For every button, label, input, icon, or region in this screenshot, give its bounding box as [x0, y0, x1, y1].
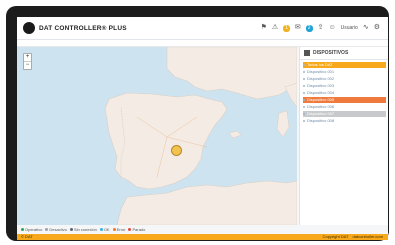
- zoom-in-button[interactable]: +: [24, 54, 31, 61]
- legend-label: Sin conexión: [73, 227, 97, 232]
- legend-dot-icon: [112, 228, 116, 231]
- app-title: DAT CONTROLLER® PLUS: [39, 24, 127, 32]
- top-actions: ⚑ ⚠ 1 ✉ 2 ⇪ ☺ Usuario ∿ ⚙: [261, 23, 380, 33]
- zoom-control: + −: [23, 53, 32, 70]
- footer-website[interactable]: datcontroller.com: [353, 234, 383, 240]
- footer-copyright[interactable]: Copyright DAT: [323, 234, 349, 240]
- device-list-item[interactable]: Dispositivo 002: [303, 76, 386, 82]
- legend-item: OK: [99, 227, 110, 232]
- devices-panel-header: DISPOSITIVOS: [300, 47, 388, 60]
- device-list-item[interactable]: Dispositivo 004: [303, 90, 386, 96]
- devices-panel: DISPOSITIVOS Todos los DAT Dispositivo 00…: [299, 47, 388, 225]
- legend-item: Sin conexión: [69, 227, 97, 232]
- land-france: [166, 47, 297, 100]
- legend-dot-icon: [45, 228, 49, 231]
- footer-bar: © DAT Copyright DAT datcontroller.com: [17, 234, 388, 240]
- signal-icon[interactable]: ∿: [363, 23, 369, 33]
- device-list-item[interactable]: Dispositivo 003: [303, 83, 386, 89]
- list-icon[interactable]: [304, 50, 310, 56]
- footer-links: Copyright DAT datcontroller.com: [323, 234, 383, 240]
- legend-label: Operativo: [25, 227, 43, 232]
- logo-icon: [23, 22, 35, 34]
- top-bar: DAT CONTROLLER® PLUS ⚑ ⚠ 1 ✉ 2 ⇪ ☺ Usuar…: [17, 17, 388, 40]
- legend-dot-icon: [128, 228, 132, 231]
- legend-dot-icon: [69, 228, 73, 231]
- legend-label: Error: [116, 227, 126, 232]
- device-list-item[interactable]: Dispositivo 005: [303, 97, 386, 103]
- legend-label: Desactivo: [49, 227, 67, 232]
- legend-item: Desactivo: [45, 227, 67, 232]
- map-view[interactable]: + −: [17, 47, 297, 225]
- warning-badge: 1: [283, 24, 290, 32]
- user-icon[interactable]: ☺: [328, 23, 335, 33]
- device-list-item[interactable]: Dispositivo 006: [303, 104, 386, 110]
- device-marker[interactable]: [171, 145, 182, 156]
- device-list-item[interactable]: Dispositivo 001: [303, 69, 386, 75]
- device-list: Todos los DAT Dispositivo 001 Dispositivo …: [300, 60, 388, 126]
- zoom-out-button[interactable]: −: [24, 61, 31, 69]
- legend-dot-icon: [99, 228, 103, 231]
- alert-badge: 2: [305, 24, 313, 32]
- land-italy: [284, 82, 297, 108]
- app-logo[interactable]: DAT CONTROLLER® PLUS: [23, 22, 127, 34]
- device-list-item[interactable]: Todos los DAT: [303, 62, 386, 68]
- map-canvas: [104, 47, 297, 225]
- legend-dot-icon: [21, 228, 24, 231]
- device-list-item[interactable]: Dispositivo 008: [303, 118, 386, 124]
- land-sardinia: [276, 110, 290, 138]
- toolbar: [17, 40, 388, 47]
- status-legend: Operativo Desactivo Sin conexión OK Error Par…: [21, 227, 145, 232]
- legend-label: Parado: [132, 227, 146, 232]
- device-list-item[interactable]: Dispositivo 007: [303, 111, 386, 117]
- land-balearics: [228, 130, 242, 139]
- legend-item: Operativo: [21, 227, 42, 232]
- location-pin-icon[interactable]: ⚑: [261, 23, 267, 33]
- legend-label: OK: [103, 227, 110, 232]
- user-name[interactable]: Usuario: [341, 25, 358, 31]
- notification-icon[interactable]: ✉: [295, 23, 301, 33]
- warning-icon[interactable]: ⚠: [272, 23, 278, 33]
- app-screen: DAT CONTROLLER® PLUS ⚑ ⚠ 1 ✉ 2 ⇪ ☺ Usuar…: [17, 17, 388, 240]
- legend-item: Parado: [128, 227, 145, 232]
- legend-item: Error: [112, 227, 126, 232]
- export-icon[interactable]: ⇪: [318, 23, 324, 33]
- devices-panel-title: DISPOSITIVOS: [313, 50, 349, 56]
- footer-left-text: © DAT: [21, 234, 33, 239]
- settings-icon[interactable]: ⚙: [374, 23, 380, 33]
